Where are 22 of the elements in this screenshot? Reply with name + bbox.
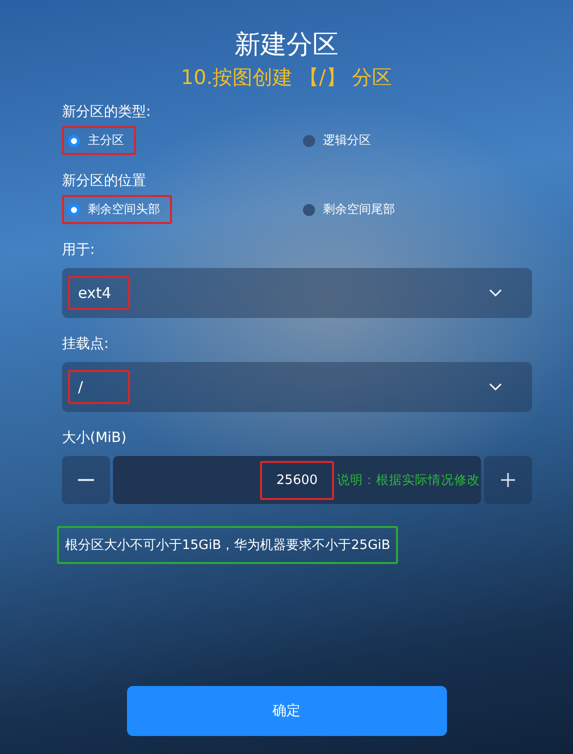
radio-option[interactable]: 剩余空间头部 bbox=[62, 195, 172, 224]
step-caption: 10.按图创建 【/】 分区 bbox=[180, 64, 394, 91]
field-label: 大小(MiB) bbox=[62, 429, 126, 448]
dropdown[interactable]: ext4 bbox=[62, 268, 532, 318]
increment-button[interactable] bbox=[484, 456, 532, 504]
minus-icon bbox=[78, 479, 94, 481]
confirm-button[interactable]: 确定 bbox=[126, 686, 446, 736]
field-label: 挂载点: bbox=[62, 335, 109, 354]
field-label: 用于: bbox=[62, 241, 95, 260]
field-label: 新分区的位置 bbox=[62, 172, 146, 191]
radio-option[interactable]: 逻辑分区 bbox=[297, 126, 383, 155]
annotation-text: 说明：根据实际情况修改 bbox=[337, 472, 480, 488]
chevron-down-icon bbox=[489, 289, 502, 297]
plus-icon bbox=[501, 473, 515, 487]
radio-option[interactable]: 主分区 bbox=[62, 126, 136, 155]
dialog-title: 新建分区 bbox=[234, 29, 340, 62]
field-label: 新分区的类型: bbox=[62, 103, 151, 122]
warning-note: 根分区大小不可小于15GiB，华为机器要求不小于25GiB bbox=[57, 526, 398, 564]
dropdown[interactable]: / bbox=[62, 362, 532, 412]
radio-option[interactable]: 剩余空间尾部 bbox=[297, 195, 407, 224]
chevron-down-icon bbox=[489, 383, 502, 391]
size-field[interactable]: 25600 说明：根据实际情况修改 bbox=[113, 456, 481, 504]
